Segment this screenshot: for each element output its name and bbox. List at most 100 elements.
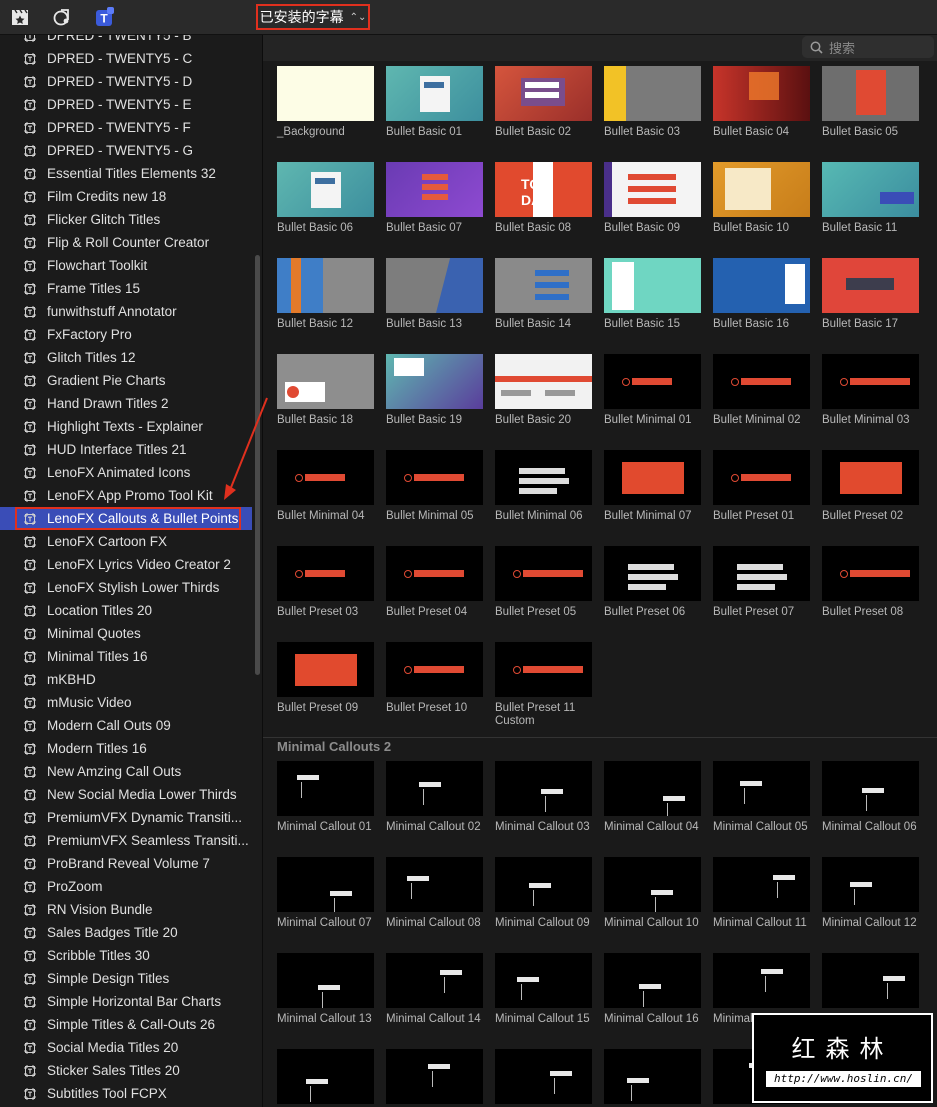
music-notes-icon[interactable] [53, 7, 73, 27]
title-template-tile[interactable]: Bullet Minimal 06 [495, 450, 592, 523]
sidebar-item[interactable]: ProBrand Reveal Volume 7 [0, 852, 252, 875]
sidebar-item[interactable]: mMusic Video [0, 691, 252, 714]
callout-template-tile[interactable] [495, 1049, 592, 1107]
title-template-tile[interactable]: Bullet Basic 14 [495, 258, 592, 331]
sidebar-item[interactable]: Gradient Pie Charts [0, 369, 252, 392]
callout-template-tile[interactable]: Minimal Callout 07 [277, 857, 374, 930]
title-template-tile[interactable]: Bullet Basic 06 [277, 162, 374, 235]
title-template-tile[interactable]: TO DAY Bullet Basic 08 [495, 162, 592, 235]
titles-t-icon[interactable]: T [95, 7, 115, 27]
title-template-tile[interactable]: Bullet Basic 15 [604, 258, 701, 331]
title-template-tile[interactable]: Bullet Basic 12 [277, 258, 374, 331]
title-template-tile[interactable]: Bullet Basic 17 [822, 258, 919, 331]
sidebar-item[interactable]: LenoFX Stylish Lower Thirds [0, 576, 252, 599]
sidebar-item[interactable]: Scribble Titles 30 [0, 944, 252, 967]
title-template-tile[interactable]: Bullet Basic 05 [822, 66, 919, 139]
title-template-tile[interactable]: Bullet Basic 19 [386, 354, 483, 427]
sidebar-item[interactable]: Hand Drawn Titles 2 [0, 392, 252, 415]
sidebar-item[interactable]: Simple Titles & Call-Outs 26 [0, 1013, 252, 1036]
title-template-tile[interactable]: Bullet Basic 03 [604, 66, 701, 139]
callout-template-tile[interactable]: Minimal Callout 10 [604, 857, 701, 930]
sidebar-item[interactable]: LenoFX Cartoon FX [0, 530, 252, 553]
sidebar-item[interactable]: New Amzing Call Outs [0, 760, 252, 783]
title-template-tile[interactable]: Bullet Preset 09 [277, 642, 374, 715]
sidebar-item[interactable]: LenoFX App Promo Tool Kit [0, 484, 252, 507]
sidebar-item[interactable]: PremiumVFX Dynamic Transiti... [0, 806, 252, 829]
title-template-tile[interactable]: Bullet Preset 08 [822, 546, 919, 619]
title-template-tile[interactable]: Bullet Basic 02 [495, 66, 592, 139]
sidebar-item[interactable]: Highlight Texts - Explainer [0, 415, 252, 438]
sidebar-item[interactable]: Minimal Titles 16 [0, 645, 252, 668]
title-template-tile[interactable]: Bullet Minimal 03 [822, 354, 919, 427]
title-template-tile[interactable]: Bullet Preset 05 [495, 546, 592, 619]
sidebar-item[interactable]: Modern Titles 16 [0, 737, 252, 760]
sidebar-scrollbar[interactable] [255, 255, 260, 675]
search-input[interactable]: 搜索 [802, 36, 934, 58]
title-template-tile[interactable]: Bullet Basic 13 [386, 258, 483, 331]
title-template-tile[interactable]: Bullet Preset 01 [713, 450, 810, 523]
title-template-tile[interactable]: Bullet Preset 11 Custom [495, 642, 592, 728]
title-template-tile[interactable]: Bullet Basic 11 [822, 162, 919, 235]
callout-template-tile[interactable]: Minimal Callout 01 [277, 761, 374, 834]
sidebar-item[interactable]: DPRED - TWENTY5 - B [0, 35, 252, 47]
callout-template-tile[interactable] [604, 1049, 701, 1107]
sidebar-item[interactable]: LenoFX Callouts & Bullet Points [0, 507, 252, 530]
sidebar-item[interactable]: Modern Call Outs 09 [0, 714, 252, 737]
sidebar-item[interactable]: PremiumVFX Seamless Transiti... [0, 829, 252, 852]
title-template-tile[interactable]: Bullet Preset 04 [386, 546, 483, 619]
sidebar-item[interactable]: DPRED - TWENTY5 - E [0, 93, 252, 116]
callout-template-tile[interactable]: Minimal Callout 15 [495, 953, 592, 1026]
sidebar-item[interactable]: Film Credits new 18 [0, 185, 252, 208]
sidebar-item[interactable]: RN Vision Bundle [0, 898, 252, 921]
title-template-tile[interactable]: Bullet Basic 09 [604, 162, 701, 235]
title-template-tile[interactable]: Bullet Basic 18 [277, 354, 374, 427]
title-template-tile[interactable]: Bullet Basic 07 [386, 162, 483, 235]
sidebar-item[interactable]: Essential Titles Elements 32 [0, 162, 252, 185]
sidebar-item[interactable]: Sticker Sales Titles 20 [0, 1059, 252, 1082]
sidebar-item[interactable]: LenoFX Lyrics Video Creator 2 [0, 553, 252, 576]
sidebar-item[interactable]: mKBHD [0, 668, 252, 691]
sidebar-item[interactable]: Flicker Glitch Titles [0, 208, 252, 231]
callout-template-tile[interactable]: Minimal Callout 02 [386, 761, 483, 834]
title-template-tile[interactable]: Bullet Preset 10 [386, 642, 483, 715]
title-template-tile[interactable]: Bullet Preset 07 [713, 546, 810, 619]
sidebar-item[interactable]: New Social Media Lower Thirds [0, 783, 252, 806]
sidebar-item[interactable]: Minimal Quotes [0, 622, 252, 645]
sidebar-item[interactable]: Flowchart Toolkit [0, 254, 252, 277]
callout-template-tile[interactable]: Minimal Callout 16 [604, 953, 701, 1026]
sidebar-item[interactable]: DPRED - TWENTY5 - C [0, 47, 252, 70]
sidebar-item[interactable]: Flip & Roll Counter Creator [0, 231, 252, 254]
sidebar-item[interactable]: Simple Design Titles [0, 967, 252, 990]
title-template-tile[interactable]: Bullet Basic 04 [713, 66, 810, 139]
title-template-tile[interactable]: Bullet Basic 10 [713, 162, 810, 235]
sidebar-item[interactable]: Subtitles Tool FCPX [0, 1082, 252, 1105]
callout-template-tile[interactable] [277, 1049, 374, 1107]
sidebar-item[interactable]: DPRED - TWENTY5 - G [0, 139, 252, 162]
sidebar-item[interactable]: Simple Horizontal Bar Charts [0, 990, 252, 1013]
callout-template-tile[interactable]: Minimal Callout 04 [604, 761, 701, 834]
title-template-tile[interactable]: Bullet Minimal 04 [277, 450, 374, 523]
title-template-tile[interactable]: _Background [277, 66, 374, 139]
callout-template-tile[interactable]: Minimal Callout 09 [495, 857, 592, 930]
installed-titles-dropdown[interactable]: 已安装的字幕 ⌃⌄ [256, 4, 370, 30]
callout-template-tile[interactable]: Minimal Callout 03 [495, 761, 592, 834]
sidebar-item[interactable]: DPRED - TWENTY5 - F [0, 116, 252, 139]
callout-template-tile[interactable]: Minimal Callout 13 [277, 953, 374, 1026]
callout-template-tile[interactable]: Minimal Callout 12 [822, 857, 919, 930]
callout-template-tile[interactable]: Minimal Callout 05 [713, 761, 810, 834]
sidebar-item[interactable]: Sales Badges Title 20 [0, 921, 252, 944]
callout-template-tile[interactable]: Minimal Callout 08 [386, 857, 483, 930]
title-template-tile[interactable]: Bullet Basic 20 [495, 354, 592, 427]
title-template-tile[interactable]: Bullet Basic 01 [386, 66, 483, 139]
sidebar-item[interactable]: Glitch Titles 12 [0, 346, 252, 369]
sidebar-item[interactable]: ProZoom [0, 875, 252, 898]
sidebar-item[interactable]: DPRED - TWENTY5 - D [0, 70, 252, 93]
title-template-tile[interactable]: Bullet Preset 06 [604, 546, 701, 619]
title-template-tile[interactable]: Bullet Minimal 02 [713, 354, 810, 427]
sidebar-item[interactable]: Location Titles 20 [0, 599, 252, 622]
clapperboard-star-icon[interactable] [10, 7, 30, 27]
title-template-tile[interactable]: Bullet Basic 16 [713, 258, 810, 331]
callout-template-tile[interactable]: Minimal Callout 11 [713, 857, 810, 930]
sidebar-item[interactable]: funwithstuff Annotator [0, 300, 252, 323]
sidebar-item[interactable]: HUD Interface Titles 21 [0, 438, 252, 461]
